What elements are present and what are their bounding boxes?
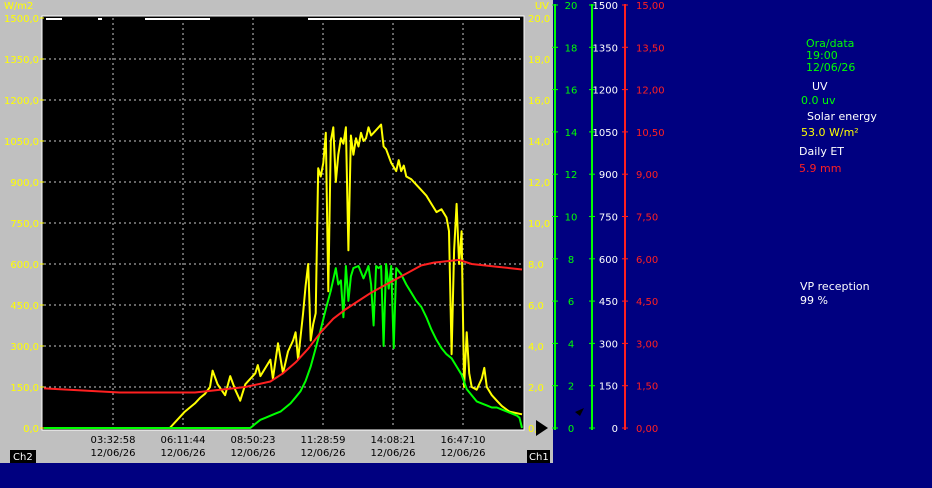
red-axis-tick: 15,00	[636, 1, 665, 12]
right-axis-tick: 6,0	[528, 301, 544, 312]
x-tick-date: 12/06/26	[161, 448, 206, 459]
uv-axis-tick: 20	[565, 1, 578, 12]
right-axis-tick: 20,0	[528, 14, 550, 25]
et-label: Daily ET	[799, 145, 844, 158]
uv-axis-tick: 0	[568, 424, 574, 435]
date-value: 12/06/26	[806, 61, 856, 74]
red-axis-tick: 10,50	[636, 128, 665, 139]
uv-axis-tick: 8	[568, 255, 574, 266]
vp-value: 99 %	[800, 294, 828, 307]
uv-axis-tick: 10	[565, 213, 578, 224]
solar-axis-tick: 150	[599, 382, 618, 393]
x-tick-date: 12/06/26	[231, 448, 276, 459]
chart-area: 03:32:58 12/06/26 06:11:44 12/06/26 08:50:23…	[0, 0, 665, 463]
channel-left-label: Ch2	[13, 452, 33, 463]
solar-axis-tick: 600	[599, 255, 618, 266]
left-axis-unit: W/m2	[4, 1, 33, 12]
right-axis-tick: 16,0	[528, 96, 550, 107]
left-axis-tick: 1350,0	[4, 55, 39, 66]
uv-axis-tick: 4	[568, 339, 574, 350]
left-axis-tick: 0,0	[23, 424, 39, 435]
x-tick-time: 08:50:23	[231, 435, 276, 446]
red-axis-tick: 6,00	[636, 255, 658, 266]
uv-axis-tick: 6	[568, 297, 574, 308]
x-tick-time: 14:08:21	[371, 435, 416, 446]
uv-label: UV	[812, 80, 828, 93]
x-tick-date: 12/06/26	[441, 448, 486, 459]
solar-axis-tick: 750	[599, 213, 618, 224]
uv-axis-tick: 12	[565, 170, 578, 181]
left-axis-tick: 900,0	[10, 178, 39, 189]
channel-right-label: Ch1	[529, 452, 549, 463]
red-axis-tick: 12,00	[636, 86, 665, 97]
left-axis-tick: 1200,0	[4, 96, 39, 107]
solar-axis-tick: 450	[599, 297, 618, 308]
right-axis-tick: 4,0	[528, 342, 544, 353]
solar-axis-tick: 1350	[593, 43, 618, 54]
left-axis-tick: 1050,0	[4, 137, 39, 148]
et-value: 5.9 mm	[799, 162, 842, 175]
red-axis-tick: 0,00	[636, 424, 658, 435]
solar-axis-tick: 900	[599, 170, 618, 181]
x-tick-time: 11:28:59	[301, 435, 346, 446]
x-tick-time: 16:47:10	[441, 435, 486, 446]
red-axis-tick: 4,50	[636, 297, 658, 308]
left-axis-tick: 1500,0	[4, 14, 39, 25]
red-axis-tick: 13,50	[636, 43, 665, 54]
solar-axis-tick: 0	[612, 424, 618, 435]
red-axis-tick: 9,00	[636, 170, 658, 181]
uv-axis-tick: 18	[565, 43, 578, 54]
x-tick-date: 12/06/26	[91, 448, 136, 459]
uv-axis-tick: 2	[568, 382, 574, 393]
solar-axis-tick: 1200	[593, 86, 618, 97]
left-axis-tick: 600,0	[10, 260, 39, 271]
left-axis-tick: 450,0	[10, 301, 39, 312]
uv-axis-tick: 16	[565, 86, 578, 97]
solar-axis-tick: 300	[599, 339, 618, 350]
red-axis-tick: 7,50	[636, 213, 658, 224]
solar-axis-tick: 1050	[593, 128, 618, 139]
x-tick-date: 12/06/26	[371, 448, 416, 459]
right-axis-tick: 10,0	[528, 219, 550, 230]
x-tick-date: 12/06/26	[301, 448, 346, 459]
axis-marker-1	[575, 408, 584, 416]
vp-label: VP reception	[800, 280, 870, 293]
x-tick-time: 06:11:44	[161, 435, 206, 446]
right-axis-unit: UV	[535, 1, 549, 12]
left-axis-tick: 750,0	[10, 219, 39, 230]
left-axis-tick: 150,0	[10, 383, 39, 394]
right-axis-tick: 12,0	[528, 178, 550, 189]
right-axis-tick: 8,0	[528, 260, 544, 271]
solar-value: 53.0 W/m²	[801, 126, 859, 139]
solar-label: Solar energy	[807, 110, 877, 123]
right-axis-tick: 18,0	[528, 55, 550, 66]
solar-axis-tick: 1500	[593, 1, 618, 12]
right-axis-tick: 2,0	[528, 383, 544, 394]
x-tick-time: 03:32:58	[91, 435, 136, 446]
left-axis-tick: 300,0	[10, 342, 39, 353]
uv-axis-tick: 14	[565, 128, 578, 139]
red-axis-tick: 1,50	[636, 382, 658, 393]
right-axis-tick: 14,0	[528, 137, 550, 148]
uv-value: 0.0 uv	[801, 94, 836, 107]
red-axis-tick: 3,00	[636, 339, 658, 350]
